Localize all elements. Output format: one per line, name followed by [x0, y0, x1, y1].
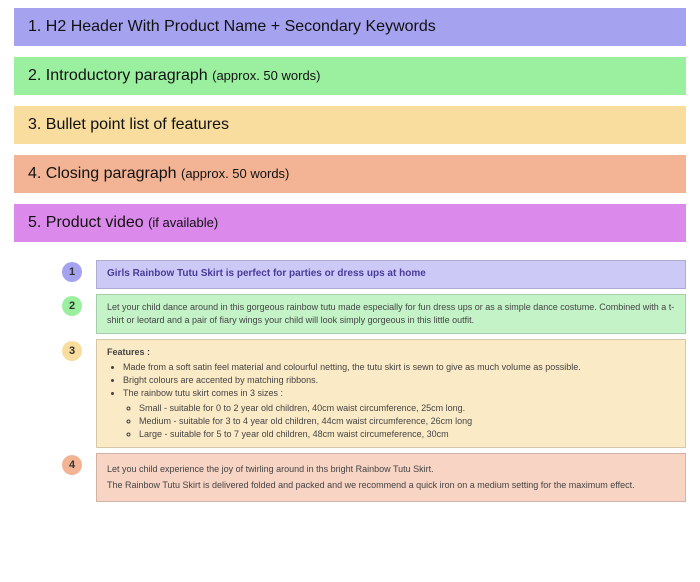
- legend-row-3: 3. Bullet point list of features: [14, 106, 686, 144]
- feature-item-text: The rainbow tutu skirt comes in 3 sizes …: [123, 388, 283, 398]
- closing-text-2: The Rainbow Tutu Skirt is delivered fold…: [107, 479, 675, 492]
- example-row-closing: 4 Let you child experience the joy of tw…: [62, 453, 686, 502]
- legend-num: 1.: [28, 18, 41, 35]
- example-features-box: Features : Made from a soft satin feel m…: [96, 339, 686, 448]
- features-list: Made from a soft satin feel material and…: [107, 361, 675, 441]
- legend-small: (approx. 50 words): [212, 68, 320, 83]
- example-header-box: Girls Rainbow Tutu Skirt is perfect for …: [96, 260, 686, 289]
- legend-text: Introductory paragraph: [46, 67, 208, 84]
- legend-row-2: 2. Introductory paragraph (approx. 50 wo…: [14, 57, 686, 95]
- legend-num: 2.: [28, 67, 41, 84]
- legend-row-1: 1. H2 Header With Product Name + Seconda…: [14, 8, 686, 46]
- feature-item: The rainbow tutu skirt comes in 3 sizes …: [123, 387, 675, 441]
- legend-row-4: 4. Closing paragraph (approx. 50 words): [14, 155, 686, 193]
- legend-row-5: 5. Product video (if available): [14, 204, 686, 242]
- badge-4: 4: [62, 455, 82, 475]
- example-wrap: 1 Girls Rainbow Tutu Skirt is perfect fo…: [14, 260, 686, 502]
- example-header-text: Girls Rainbow Tutu Skirt is perfect for …: [107, 268, 426, 279]
- size-item: Small - suitable for 0 to 2 year old chi…: [139, 402, 675, 415]
- legend-num: 5.: [28, 214, 41, 231]
- legend-small: (approx. 50 words): [181, 166, 289, 181]
- legend-text: Product video: [46, 214, 144, 231]
- badge-2: 2: [62, 296, 82, 316]
- example-row-features: 3 Features : Made from a soft satin feel…: [62, 339, 686, 448]
- feature-item: Made from a soft satin feel material and…: [123, 361, 675, 374]
- example-intro-box: Let your child dance around in this gorg…: [96, 294, 686, 334]
- closing-text-1: Let you child experience the joy of twir…: [107, 463, 675, 476]
- legend-small: (if available): [148, 215, 218, 230]
- feature-item: Bright colours are accented by matching …: [123, 374, 675, 387]
- example-closing-box: Let you child experience the joy of twir…: [96, 453, 686, 502]
- size-item: Medium - suitable for 3 to 4 year old ch…: [139, 415, 675, 428]
- example-intro-text: Let your child dance around in this gorg…: [107, 302, 674, 325]
- legend-text: Bullet point list of features: [46, 116, 229, 133]
- example-row-intro: 2 Let your child dance around in this go…: [62, 294, 686, 334]
- legend-text: Closing paragraph: [46, 165, 177, 182]
- sizes-list: Small - suitable for 0 to 2 year old chi…: [123, 402, 675, 441]
- features-label: Features :: [107, 346, 675, 359]
- size-item: Large - suitable for 5 to 7 year old chi…: [139, 428, 675, 441]
- badge-1: 1: [62, 262, 82, 282]
- legend-num: 4.: [28, 165, 41, 182]
- legend-num: 3.: [28, 116, 41, 133]
- legend-text: H2 Header With Product Name + Secondary …: [46, 18, 436, 35]
- example-row-header: 1 Girls Rainbow Tutu Skirt is perfect fo…: [62, 260, 686, 289]
- badge-3: 3: [62, 341, 82, 361]
